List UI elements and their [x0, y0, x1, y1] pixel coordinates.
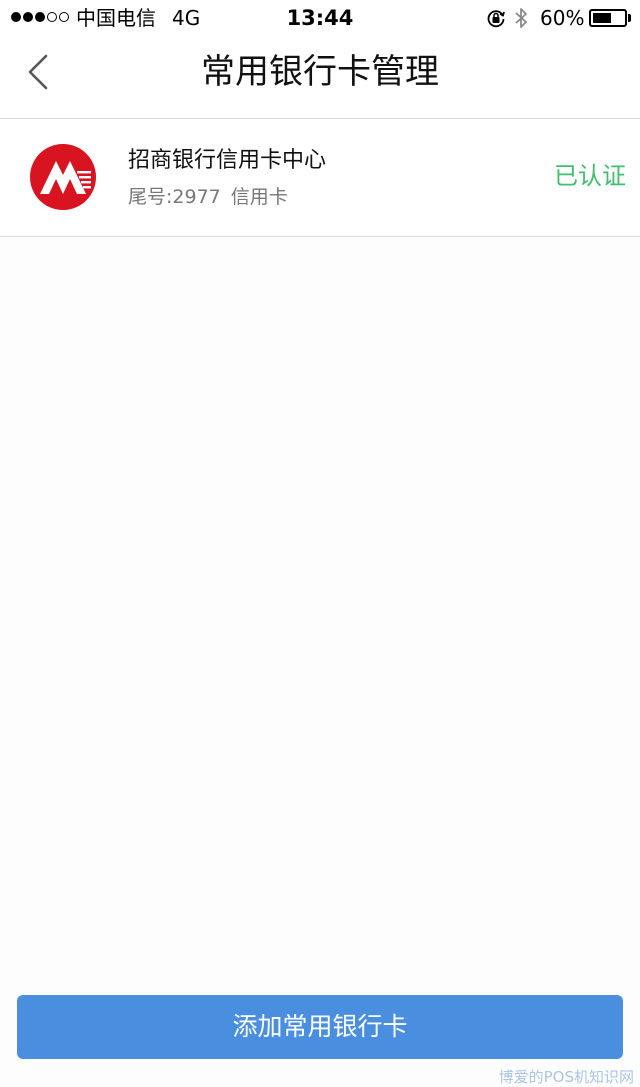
watermark-text: 博爱的POS机知识网	[498, 1068, 634, 1086]
battery-fill	[593, 13, 611, 23]
card-tail-number: 尾号:2977	[128, 186, 221, 208]
navigation-bar: 常用银行卡管理	[0, 36, 640, 119]
page-title: 常用银行卡管理	[201, 52, 439, 92]
battery-icon	[589, 9, 627, 27]
battery-percentage: 60%	[540, 6, 585, 30]
bank-logo-icon	[29, 143, 97, 211]
bank-card-item[interactable]: 招商银行信用卡中心 尾号:2977 信用卡 已认证	[0, 119, 640, 237]
rotation-lock-icon	[487, 10, 505, 28]
card-meta: 尾号:2977 信用卡	[128, 185, 288, 209]
status-bar: 中国电信 4G 13:44 60%	[0, 0, 640, 36]
add-bank-card-button[interactable]: 添加常用银行卡	[17, 995, 623, 1059]
battery-cap	[628, 14, 631, 22]
bluetooth-icon	[515, 8, 527, 28]
verification-status: 已认证	[554, 162, 626, 190]
card-type: 信用卡	[230, 186, 288, 208]
bank-name: 招商银行信用卡中心	[128, 148, 327, 173]
